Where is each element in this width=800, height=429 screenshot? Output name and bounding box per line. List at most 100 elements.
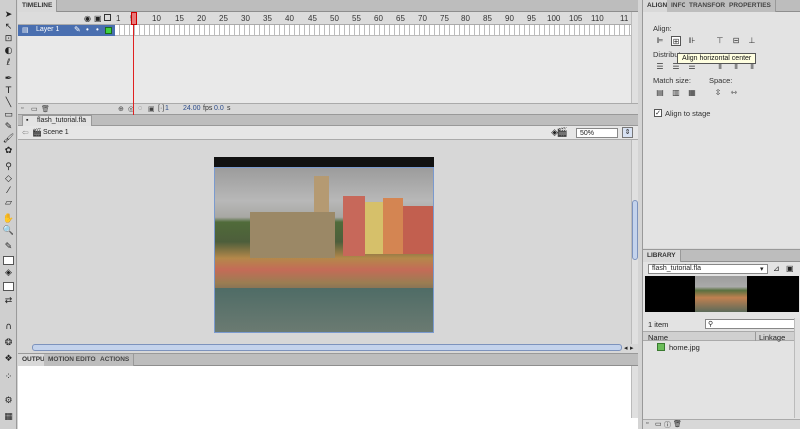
align-top-edge-icon[interactable]: ⊤ bbox=[715, 36, 725, 46]
delete-icon[interactable]: 🗑 bbox=[673, 420, 682, 428]
tab-library[interactable]: LIBRARY bbox=[643, 250, 681, 262]
modify-markers-icon[interactable]: [·] bbox=[158, 105, 164, 112]
column-linkage[interactable]: Linkage bbox=[759, 333, 785, 342]
scene-label[interactable]: Scene 1 bbox=[43, 129, 69, 136]
visibility-dot-icon[interactable]: • bbox=[86, 25, 89, 34]
align-to-stage-checkbox[interactable]: ✓ bbox=[654, 109, 662, 117]
properties-icon[interactable]: ⓘ bbox=[664, 420, 671, 429]
zoom-tool-icon[interactable]: 🔍 bbox=[2, 226, 15, 237]
swatches-panel-icon[interactable]: ⁘ bbox=[2, 372, 15, 383]
lock-icon[interactable]: ▣ bbox=[94, 14, 102, 23]
match-width-icon[interactable]: ▤ bbox=[655, 88, 665, 98]
library-scrollbar[interactable] bbox=[794, 318, 800, 418]
pencil-tool-icon[interactable]: ✎ bbox=[2, 122, 15, 133]
scroll-thumb[interactable] bbox=[632, 200, 638, 260]
layer-row[interactable]: ▤ Layer 1 ✎ • • bbox=[18, 25, 115, 36]
align-vertical-center-icon[interactable]: ⊟ bbox=[731, 36, 741, 46]
frame-rate[interactable]: 24.00 bbox=[183, 105, 201, 112]
match-height-icon[interactable]: ▥ bbox=[671, 88, 681, 98]
text-tool-icon[interactable]: T bbox=[2, 86, 15, 97]
paint-bucket-tool-icon[interactable]: ◇ bbox=[2, 174, 15, 185]
stroke-color-icon[interactable]: ✎ bbox=[2, 242, 15, 253]
edit-multiple-frames-icon[interactable]: ▣ bbox=[148, 105, 155, 113]
center-frame-icon[interactable]: ⊕ bbox=[118, 105, 124, 113]
delete-layer-icon[interactable]: 🗑 bbox=[41, 105, 50, 113]
eraser-tool-icon[interactable]: ▱ bbox=[2, 198, 15, 209]
fill-color-swatch[interactable] bbox=[3, 282, 14, 291]
layer-outline-color-icon[interactable] bbox=[105, 27, 112, 34]
playhead-handle[interactable] bbox=[131, 12, 137, 25]
new-library-panel-icon[interactable]: ▣ bbox=[786, 264, 794, 273]
align-bottom-edge-icon[interactable]: ⊥ bbox=[747, 36, 757, 46]
align-to-stage-label[interactable]: Align to stage bbox=[665, 109, 710, 118]
stage-bitmap-home-jpg[interactable] bbox=[214, 167, 434, 333]
motion-presets-icon[interactable]: ❂ bbox=[2, 338, 15, 349]
library-item-name: home.jpg bbox=[669, 343, 700, 352]
distribute-top-icon[interactable]: ☰ bbox=[655, 62, 665, 72]
stage-vertical-scrollbar[interactable] bbox=[631, 140, 638, 344]
align-horizontal-center-icon[interactable]: ⊞ bbox=[671, 36, 681, 46]
brush-tool-icon[interactable]: 🖌 bbox=[2, 134, 15, 145]
rectangle-tool-icon[interactable]: ▭ bbox=[2, 110, 15, 121]
deco-tool-icon[interactable]: ✿ bbox=[2, 146, 15, 157]
tab-document[interactable]: ▪ flash_tutorial.fla bbox=[22, 115, 93, 126]
library-item[interactable]: home.jpg bbox=[643, 342, 800, 352]
new-folder-icon[interactable]: ▭ bbox=[31, 105, 38, 113]
eyedropper-tool-icon[interactable]: ⁄ bbox=[2, 186, 15, 197]
output-text-area[interactable] bbox=[18, 366, 638, 418]
output-scrollbar[interactable] bbox=[631, 366, 638, 418]
line-tool-icon[interactable]: ╲ bbox=[2, 98, 15, 109]
align-left-edge-icon[interactable]: ⊫ bbox=[655, 36, 665, 46]
scroll-left-icon[interactable]: ◂ bbox=[624, 344, 628, 352]
edit-symbols-icon[interactable]: ◈ bbox=[551, 127, 558, 138]
playhead[interactable] bbox=[133, 12, 134, 115]
match-width-height-icon[interactable]: ▦ bbox=[687, 88, 697, 98]
snap-to-objects-icon[interactable]: ∩ bbox=[2, 322, 15, 333]
layer-name[interactable]: Layer 1 bbox=[36, 26, 59, 33]
selection-tool-icon[interactable]: ➤ bbox=[2, 10, 15, 21]
outline-icon[interactable] bbox=[104, 14, 111, 21]
scroll-right-icon[interactable]: ▸ bbox=[630, 344, 634, 352]
components-panel-icon[interactable]: ⚙ bbox=[2, 396, 15, 407]
tab-properties[interactable]: PROPERTIES bbox=[725, 0, 776, 12]
pen-tool-icon[interactable]: ✒ bbox=[2, 74, 15, 85]
new-layer-icon[interactable]: ▫ bbox=[21, 105, 23, 112]
frame-ruler[interactable]: 1 5 10 15 20 25 30 35 40 45 50 55 60 65 … bbox=[115, 12, 631, 25]
timeline-scrollbar[interactable] bbox=[631, 12, 638, 104]
column-name[interactable]: Name bbox=[648, 333, 668, 342]
back-arrow-icon[interactable]: ⇦ bbox=[22, 128, 29, 137]
orange-house bbox=[383, 198, 403, 254]
3d-rotation-tool-icon[interactable]: ◐ bbox=[2, 46, 15, 57]
library-search-input[interactable]: ⚲ bbox=[705, 319, 797, 329]
show-hide-icon[interactable]: ◉ bbox=[84, 14, 91, 23]
bone-tool-icon[interactable]: ⚲ bbox=[2, 162, 15, 173]
tab-timeline[interactable]: TIMELINE bbox=[18, 0, 58, 12]
stroke-color-swatch[interactable] bbox=[3, 256, 14, 265]
fill-color-icon[interactable]: ◈ bbox=[2, 268, 15, 279]
frames-row[interactable] bbox=[115, 25, 631, 36]
chevron-down-icon[interactable]: ▾ bbox=[760, 265, 764, 273]
frame-number: 85 bbox=[483, 14, 492, 23]
current-frame[interactable]: 1 bbox=[165, 105, 169, 112]
space-horizontal-icon[interactable]: ⇿ bbox=[729, 88, 739, 98]
new-folder-icon[interactable]: ▭ bbox=[655, 420, 662, 428]
align-right-edge-icon[interactable]: ⊪ bbox=[687, 36, 697, 46]
stage-horizontal-scrollbar[interactable] bbox=[32, 344, 622, 351]
onion-outline-icon[interactable]: ◌ bbox=[138, 105, 142, 112]
hand-tool-icon[interactable]: ✋ bbox=[2, 214, 15, 225]
tab-actions[interactable]: ACTIONS bbox=[96, 354, 135, 366]
lasso-tool-icon[interactable]: ℓ bbox=[2, 58, 15, 69]
pin-library-icon[interactable]: ⊿ bbox=[773, 264, 780, 273]
color-panel-icon[interactable]: ❖ bbox=[2, 354, 15, 365]
library-panel-icon[interactable]: ▦ bbox=[2, 412, 15, 423]
library-document-select[interactable]: flash_tutorial.fla bbox=[648, 264, 768, 274]
swap-colors-icon[interactable]: ⇄ bbox=[2, 296, 15, 307]
free-transform-tool-icon[interactable]: ⊡ bbox=[2, 34, 15, 45]
lock-dot-icon[interactable]: • bbox=[96, 25, 99, 34]
zoom-field[interactable]: 50% bbox=[576, 128, 618, 138]
subselection-tool-icon[interactable]: ↖ bbox=[2, 22, 15, 33]
new-symbol-icon[interactable]: ▫ bbox=[646, 420, 648, 427]
zoom-dropdown-icon[interactable]: ⇕ bbox=[622, 127, 633, 138]
space-vertical-icon[interactable]: ⇳ bbox=[713, 88, 723, 98]
edit-scene-icon[interactable]: 🎬 bbox=[557, 127, 568, 138]
